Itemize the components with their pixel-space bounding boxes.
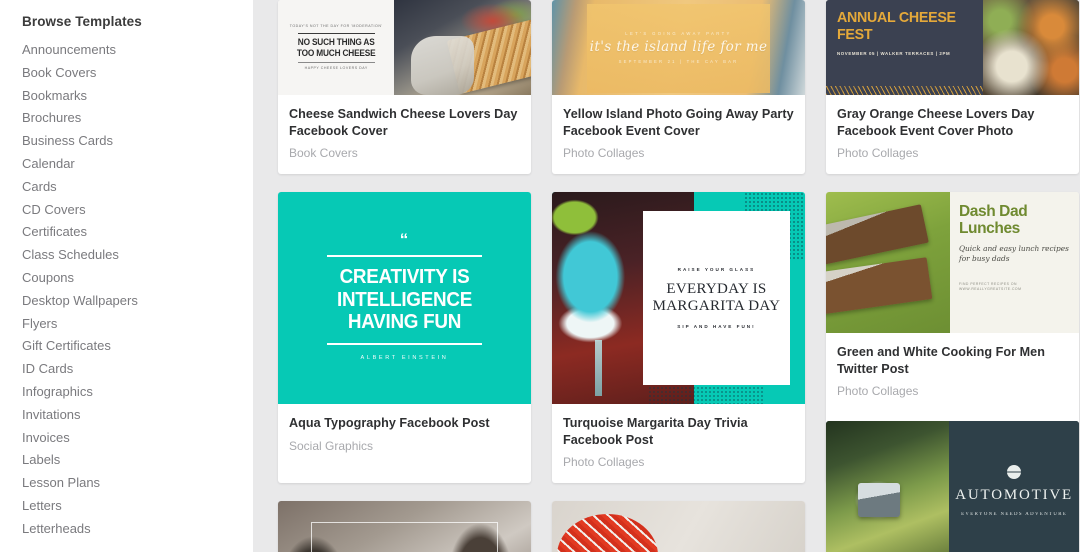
sidebar-item-gift-certificates[interactable]: Gift Certificates — [22, 335, 253, 358]
template-thumbnail-cheese-fest[interactable]: ANNUAL CHEESE FEST November 05 | Walker … — [826, 0, 1079, 95]
sidebar-item-business-cards[interactable]: Business Cards — [22, 130, 253, 153]
thumb-headline: it's the island life for me — [589, 39, 768, 55]
sidebar-item-labels[interactable]: Labels — [22, 449, 253, 472]
sidebar-item-desktop-wallpapers[interactable]: Desktop Wallpapers — [22, 290, 253, 313]
card-title: Turquoise Margarita Day Trivia Facebook … — [563, 416, 748, 447]
card-meta: Gray Orange Cheese Lovers Day Facebook E… — [826, 95, 1079, 174]
thumb-footer: SIP AND HAVE FUN! — [677, 324, 756, 329]
thumb-text-panel: LET'S GOING AWAY PARTY it's the island l… — [590, 31, 768, 64]
thumb-footer: FIND PERFECT RECIPES ON WWW.REALLYGREATS… — [958, 282, 1022, 291]
template-card[interactable]: RAISE YOUR GLASS EVERYDAY IS MARGARITA D… — [552, 192, 805, 483]
thumb-headline: ANNUAL CHEESE FEST — [837, 9, 956, 43]
card-meta: Turquoise Margarita Day Trivia Facebook … — [552, 404, 805, 483]
sidebar-item-id-cards[interactable]: ID Cards — [22, 358, 253, 381]
sidebar-item-infographics[interactable]: Infographics — [22, 381, 253, 404]
thumb-photo-sandwich — [394, 0, 531, 95]
thumb-footer: HAPPY CHEESE LOVERS DAY — [304, 65, 368, 70]
thumb-text-panel: AUTOMOTIVE EVERYONE NEEDS ADVENTURE — [949, 421, 1079, 552]
card-category[interactable]: Photo Collages — [837, 384, 1068, 398]
sidebar-category-list: Announcements Book Covers Bookmarks Broc… — [22, 39, 253, 541]
template-thumbnail-cheese-sandwich[interactable]: TODAY'S NOT THE DAY FOR 'MODERATION' NO … — [278, 0, 531, 95]
thumb-photo-lunch-trays — [826, 192, 950, 333]
thumb-text-panel: TODAY'S NOT THE DAY FOR 'MODERATION' NO … — [278, 0, 395, 95]
card-meta: Cheese Sandwich Cheese Lovers Day Facebo… — [278, 95, 531, 174]
thumb-text-panel: ANNUAL CHEESE FEST November 05 | Walker … — [826, 0, 983, 95]
sidebar-heading: Browse Templates — [22, 14, 142, 29]
template-card[interactable]: TODAY'S NOT THE DAY FOR 'MODERATION' NO … — [278, 0, 531, 174]
thumb-attribution: ALBERT EINSTEIN — [360, 354, 449, 361]
card-title: Green and White Cooking For Men Twitter … — [837, 345, 1045, 376]
thumb-footer: November 05 | Walker Terraces | 2PM — [837, 51, 951, 56]
sidebar-item-invitations[interactable]: Invitations — [22, 404, 253, 427]
sidebar-item-calendar[interactable]: Calendar — [22, 153, 253, 176]
sidebar-item-certificates[interactable]: Certificates — [22, 221, 253, 244]
sidebar-item-cards[interactable]: Cards — [22, 176, 253, 199]
thumb-frame-border: 50% SALE — [310, 521, 499, 552]
sidebar-item-announcements[interactable]: Announcements — [22, 39, 253, 62]
sidebar-item-letters[interactable]: Letters — [22, 495, 253, 518]
template-browser-page: Browse Templates Announcements Book Cove… — [0, 0, 1080, 552]
sidebar-item-class-schedules[interactable]: Class Schedules — [22, 244, 253, 267]
sidebar-item-book-covers[interactable]: Book Covers — [22, 62, 253, 85]
template-card[interactable]: “ CREATIVITY IS INTELLIGENCE HAVING FUN … — [278, 192, 531, 483]
card-meta: Yellow Island Photo Going Away Party Fac… — [552, 95, 805, 174]
thumb-eyebrow: LET'S GOING AWAY PARTY — [625, 31, 732, 36]
thumb-rule-bottom — [327, 342, 482, 345]
template-card[interactable]: 50% SALE — [278, 501, 531, 552]
thumb-rule-top — [297, 32, 375, 34]
sidebar-item-cd-covers[interactable]: CD Covers — [22, 199, 253, 222]
sidebar-item-brochures[interactable]: Brochures — [22, 107, 253, 130]
template-card[interactable]: LET'S GOING AWAY PARTY it's the island l… — [552, 0, 805, 174]
template-thumbnail-yellow-island[interactable]: LET'S GOING AWAY PARTY it's the island l… — [552, 0, 805, 95]
thumb-stripe-band — [826, 86, 983, 95]
card-meta: Aqua Typography Facebook Post Social Gra… — [278, 404, 531, 467]
thumb-headline: EVERYDAY IS MARGARITA DAY — [652, 281, 781, 314]
thumb-rule-top — [327, 255, 482, 258]
template-thumbnail-sale[interactable]: 50% SALE — [278, 501, 531, 552]
card-title: Cheese Sandwich Cheese Lovers Day Facebo… — [289, 107, 518, 138]
card-title: Yellow Island Photo Going Away Party Fac… — [563, 107, 794, 138]
card-category[interactable]: Photo Collages — [563, 146, 794, 160]
sidebar-item-coupons[interactable]: Coupons — [22, 267, 253, 290]
card-category[interactable]: Photo Collages — [563, 455, 794, 469]
template-grid-region: TODAY'S NOT THE DAY FOR 'MODERATION' NO … — [253, 0, 1080, 552]
sidebar-item-flyers[interactable]: Flyers — [22, 313, 253, 336]
sidebar: Browse Templates Announcements Book Cove… — [0, 0, 253, 552]
card-category[interactable]: Social Graphics — [289, 439, 520, 453]
template-card[interactable] — [552, 501, 805, 552]
card-category[interactable]: Photo Collages — [837, 146, 1068, 160]
sidebar-item-invoices[interactable]: Invoices — [22, 427, 253, 450]
thumb-photo-car-forest — [826, 421, 950, 552]
thumb-rule-bottom — [297, 61, 375, 63]
sidebar-item-lesson-plans[interactable]: Lesson Plans — [22, 472, 253, 495]
thumb-footer: SEPTEMBER 21 | THE CAY BAR — [618, 59, 739, 64]
card-meta: Green and White Cooking For Men Twitter … — [826, 333, 1079, 412]
sidebar-item-bookmarks[interactable]: Bookmarks — [22, 85, 253, 108]
card-title: Gray Orange Cheese Lovers Day Facebook E… — [837, 107, 1035, 138]
thumb-headline: AUTOMOTIVE — [955, 486, 1073, 503]
thumb-headline: CREATIVITY IS INTELLIGENCE HAVING FUN — [336, 265, 473, 334]
template-thumbnail-margarita[interactable]: RAISE YOUR GLASS EVERYDAY IS MARGARITA D… — [552, 192, 805, 404]
sidebar-item-letterheads[interactable]: Letterheads — [22, 518, 253, 541]
quote-mark-icon: “ — [399, 230, 410, 250]
template-thumbnail-aqua-typography[interactable]: “ CREATIVITY IS INTELLIGENCE HAVING FUN … — [278, 192, 531, 404]
thumb-photo-cheese-board — [982, 0, 1079, 95]
template-card[interactable]: AUTOMOTIVE EVERYONE NEEDS ADVENTURE — [826, 421, 1079, 552]
card-category[interactable]: Book Covers — [289, 146, 520, 160]
thumb-eyebrow: RAISE YOUR GLASS — [677, 267, 756, 272]
thumb-text-panel: RAISE YOUR GLASS EVERYDAY IS MARGARITA D… — [643, 211, 790, 385]
thumb-subhead: Quick and easy lunch recipes for busy da… — [958, 244, 1069, 263]
template-thumbnail-red-hat[interactable] — [552, 501, 805, 552]
thumb-headline: NO SUCH THING AS TOO MUCH CHEESE — [296, 36, 376, 58]
template-thumbnail-automotive[interactable]: AUTOMOTIVE EVERYONE NEEDS ADVENTURE — [826, 421, 1079, 552]
thumb-text-panel: Dash Dad Lunches Quick and easy lunch re… — [949, 192, 1079, 333]
thumb-headline: Dash Dad Lunches — [958, 203, 1028, 237]
card-title: Aqua Typography Facebook Post — [289, 416, 490, 430]
automotive-badge-icon — [1007, 464, 1022, 479]
thumb-eyebrow: TODAY'S NOT THE DAY FOR 'MODERATION' — [289, 24, 383, 28]
template-card[interactable]: ANNUAL CHEESE FEST November 05 | Walker … — [826, 0, 1079, 174]
template-thumbnail-dash-dad-lunches[interactable]: Dash Dad Lunches Quick and easy lunch re… — [826, 192, 1079, 333]
thumb-footer: EVERYONE NEEDS ADVENTURE — [961, 511, 1068, 517]
